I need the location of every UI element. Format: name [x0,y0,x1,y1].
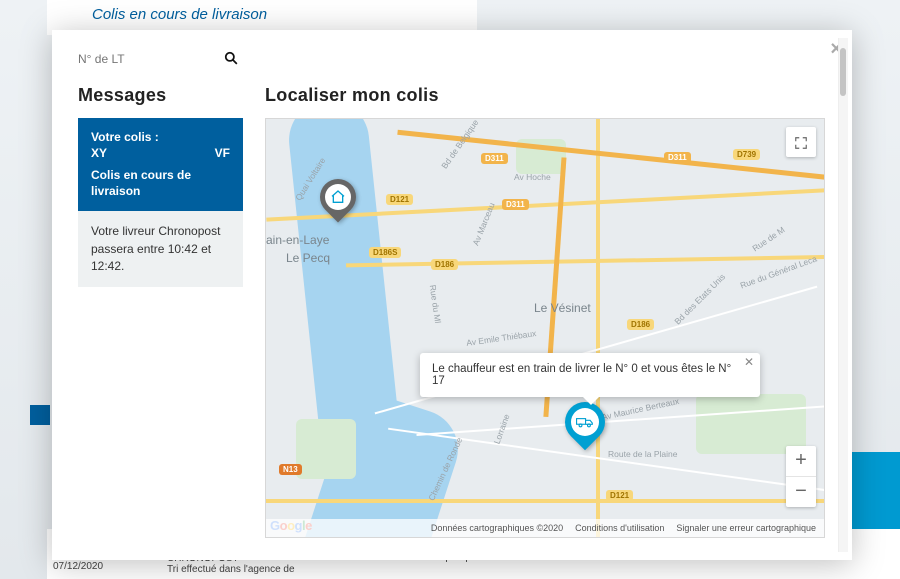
road-tag: D186S [369,247,401,258]
map-data-label[interactable]: Données cartographiques ©2020 [431,523,563,533]
message-card-header: Votre colis : XY VF Colis en cours de li… [78,118,243,211]
parcel-status: Colis en cours de livraison [91,168,230,199]
map-report-link[interactable]: Signaler une erreur cartographique [676,523,816,533]
locate-heading: Localiser mon colis [265,85,830,106]
info-close-icon[interactable]: ✕ [744,355,754,369]
street-label: Av Hoche [514,172,551,182]
street-label: Av Emile Thiébaux [466,328,537,348]
map-attribution: Données cartographiques ©2020 Conditions… [266,519,824,537]
street-label: Rue de M [750,225,786,254]
road-tag: D186 [431,259,458,270]
road-tag: D311 [664,152,691,163]
destination-pin[interactable] [320,179,356,215]
message-card: Votre colis : XY VF Colis en cours de li… [78,118,243,287]
driver-pin[interactable] [565,402,605,442]
truck-icon [571,408,599,436]
parcel-code-a: XY [91,146,107,160]
town-label: Le Pecq [286,251,330,265]
bg-footer-date: 07/12/2020 [53,561,103,572]
street-label: Route de la Plaine [608,449,677,459]
driver-info-window: Le chauffeur est en train de livrer le N… [420,353,760,397]
road-tag: D121 [606,490,633,501]
search-row [78,48,243,71]
bg-footer-agency-sub: Tri effectué dans l'agence de [167,564,295,575]
bg-headline-text: Colis en cours de livraison [92,6,267,23]
search-icon[interactable] [224,51,238,68]
street-label: Bd de Belgique [439,118,480,170]
map[interactable]: D121 D186S D186 D311 D311 D311 D186 D121… [265,118,825,538]
road-tag: D121 [386,194,413,205]
zoom-control: + − [786,446,816,507]
tracking-modal: × Messages Votre colis : XY VF Colis en … [52,30,852,560]
road-tag: D311 [502,199,529,210]
zoom-out-button[interactable]: − [786,477,816,507]
road-tag: N13 [279,464,302,475]
modal-scrollbar[interactable] [838,38,848,552]
fullscreen-button[interactable] [786,127,816,157]
road-tag: D311 [481,153,508,164]
town-label: Le Vésinet [534,301,591,315]
tracking-number-input[interactable] [78,48,218,70]
zoom-in-button[interactable]: + [786,446,816,476]
driver-info-text: Le chauffeur est en train de livrer le N… [432,363,731,387]
street-label: Rue du Ml [428,284,443,324]
map-terms-link[interactable]: Conditions d'utilisation [575,523,664,533]
town-label: ain-en-Laye [266,233,329,247]
parcel-code-b: VF [215,146,230,160]
messages-heading: Messages [78,85,243,106]
your-parcel-label: Votre colis : [91,130,230,144]
message-card-body: Votre livreur Chronopost passera entre 1… [78,211,243,287]
home-icon [325,184,351,210]
map-canvas[interactable]: D121 D186S D186 D311 D311 D311 D186 D121… [266,119,824,537]
bg-side-strip [30,405,50,425]
road-tag: D186 [627,319,654,330]
road-tag: D739 [733,149,760,160]
